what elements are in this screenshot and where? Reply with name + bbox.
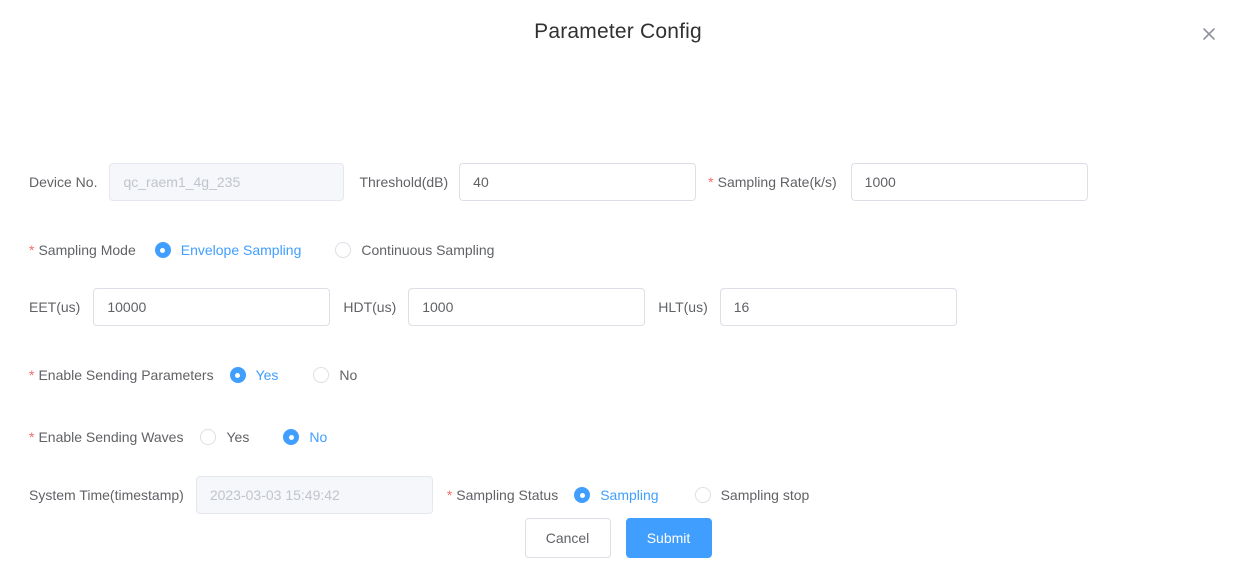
radio-label: Sampling (600, 487, 659, 503)
enable-sending-parameters-label: Enable Sending Parameters (29, 356, 213, 394)
radio-enable-sending-parameters-yes[interactable]: Yes (229, 367, 279, 383)
field-eet: EET(us) (29, 288, 331, 326)
form-row-sampling-mode: Sampling Mode Envelope Sampling Continuo… (0, 231, 1236, 269)
form-row-device-threshold-rate: Device No. Threshold(dB) Sampling Rate(k… (0, 163, 1236, 201)
radio-label: No (339, 367, 358, 383)
radio-dot-icon (574, 487, 591, 503)
eet-label: EET(us) (29, 299, 81, 315)
radio-sampling-mode-envelope[interactable]: Envelope Sampling (154, 242, 302, 258)
system-time-input[interactable] (195, 476, 433, 514)
hdt-label: HDT(us) (343, 299, 397, 315)
sampling-rate-input[interactable] (850, 163, 1088, 201)
radio-dot-icon (154, 242, 171, 258)
dialog-footer: Cancel Submit (0, 518, 1236, 558)
radio-enable-sending-parameters-no[interactable]: No (313, 367, 357, 383)
field-threshold: Threshold(dB) (359, 163, 697, 201)
radio-enable-sending-waves-yes[interactable]: Yes (200, 429, 249, 445)
form-row-eet-hdt-hlt: EET(us) HDT(us) HLT(us) (0, 288, 1236, 326)
radio-dot-icon (335, 242, 352, 258)
form-row-enable-sending-waves: Enable Sending Waves Yes No (0, 418, 1236, 456)
page-title: Parameter Config (534, 20, 702, 43)
radio-label: Yes (226, 429, 250, 445)
form-row-system-time-status: System Time(timestamp) Sampling Status S… (0, 476, 1236, 514)
radio-enable-sending-waves-no[interactable]: No (283, 429, 327, 445)
system-time-label: System Time(timestamp) (29, 487, 184, 503)
field-device-no: Device No. (29, 163, 345, 201)
threshold-input[interactable] (459, 163, 697, 201)
radio-label: Sampling stop (720, 487, 810, 503)
radio-label: No (309, 429, 328, 445)
field-hlt: HLT(us) (658, 288, 957, 326)
dialog-header: Parameter Config (0, 0, 1236, 68)
field-sampling-rate: Sampling Rate(k/s) (708, 163, 1088, 201)
sampling-status-label: Sampling Status (447, 476, 558, 514)
enable-sending-waves-label: Enable Sending Waves (29, 418, 183, 456)
radio-dot-icon (694, 487, 711, 503)
field-hdt: HDT(us) (343, 288, 646, 326)
sampling-rate-label: Sampling Rate(k/s) (708, 163, 837, 201)
device-no-input[interactable] (109, 163, 345, 201)
hlt-input[interactable] (719, 288, 957, 326)
radio-sampling-status-sampling[interactable]: Sampling (574, 487, 659, 503)
submit-button[interactable]: Submit (625, 518, 712, 558)
threshold-label: Threshold(dB) (359, 174, 449, 190)
field-system-time: System Time(timestamp) (29, 476, 433, 514)
radio-sampling-mode-continuous[interactable]: Continuous Sampling (335, 242, 494, 258)
radio-label: Yes (255, 367, 279, 383)
hlt-label: HLT(us) (658, 299, 708, 315)
radio-dot-icon (200, 429, 217, 445)
close-icon[interactable] (1196, 21, 1222, 47)
device-no-label: Device No. (29, 174, 98, 190)
parameter-config-form: Device No. Threshold(dB) Sampling Rate(k… (0, 68, 1236, 514)
radio-label: Envelope Sampling (180, 242, 302, 258)
sampling-mode-label: Sampling Mode (29, 231, 135, 269)
cancel-button[interactable]: Cancel (524, 518, 611, 558)
radio-dot-icon (229, 367, 246, 383)
radio-dot-icon (283, 429, 300, 445)
radio-label: Continuous Sampling (361, 242, 495, 258)
form-row-enable-sending-parameters: Enable Sending Parameters Yes No (0, 356, 1236, 394)
radio-dot-icon (313, 367, 330, 383)
radio-sampling-status-stop[interactable]: Sampling stop (694, 487, 810, 503)
hdt-input[interactable] (408, 288, 646, 326)
eet-input[interactable] (93, 288, 331, 326)
